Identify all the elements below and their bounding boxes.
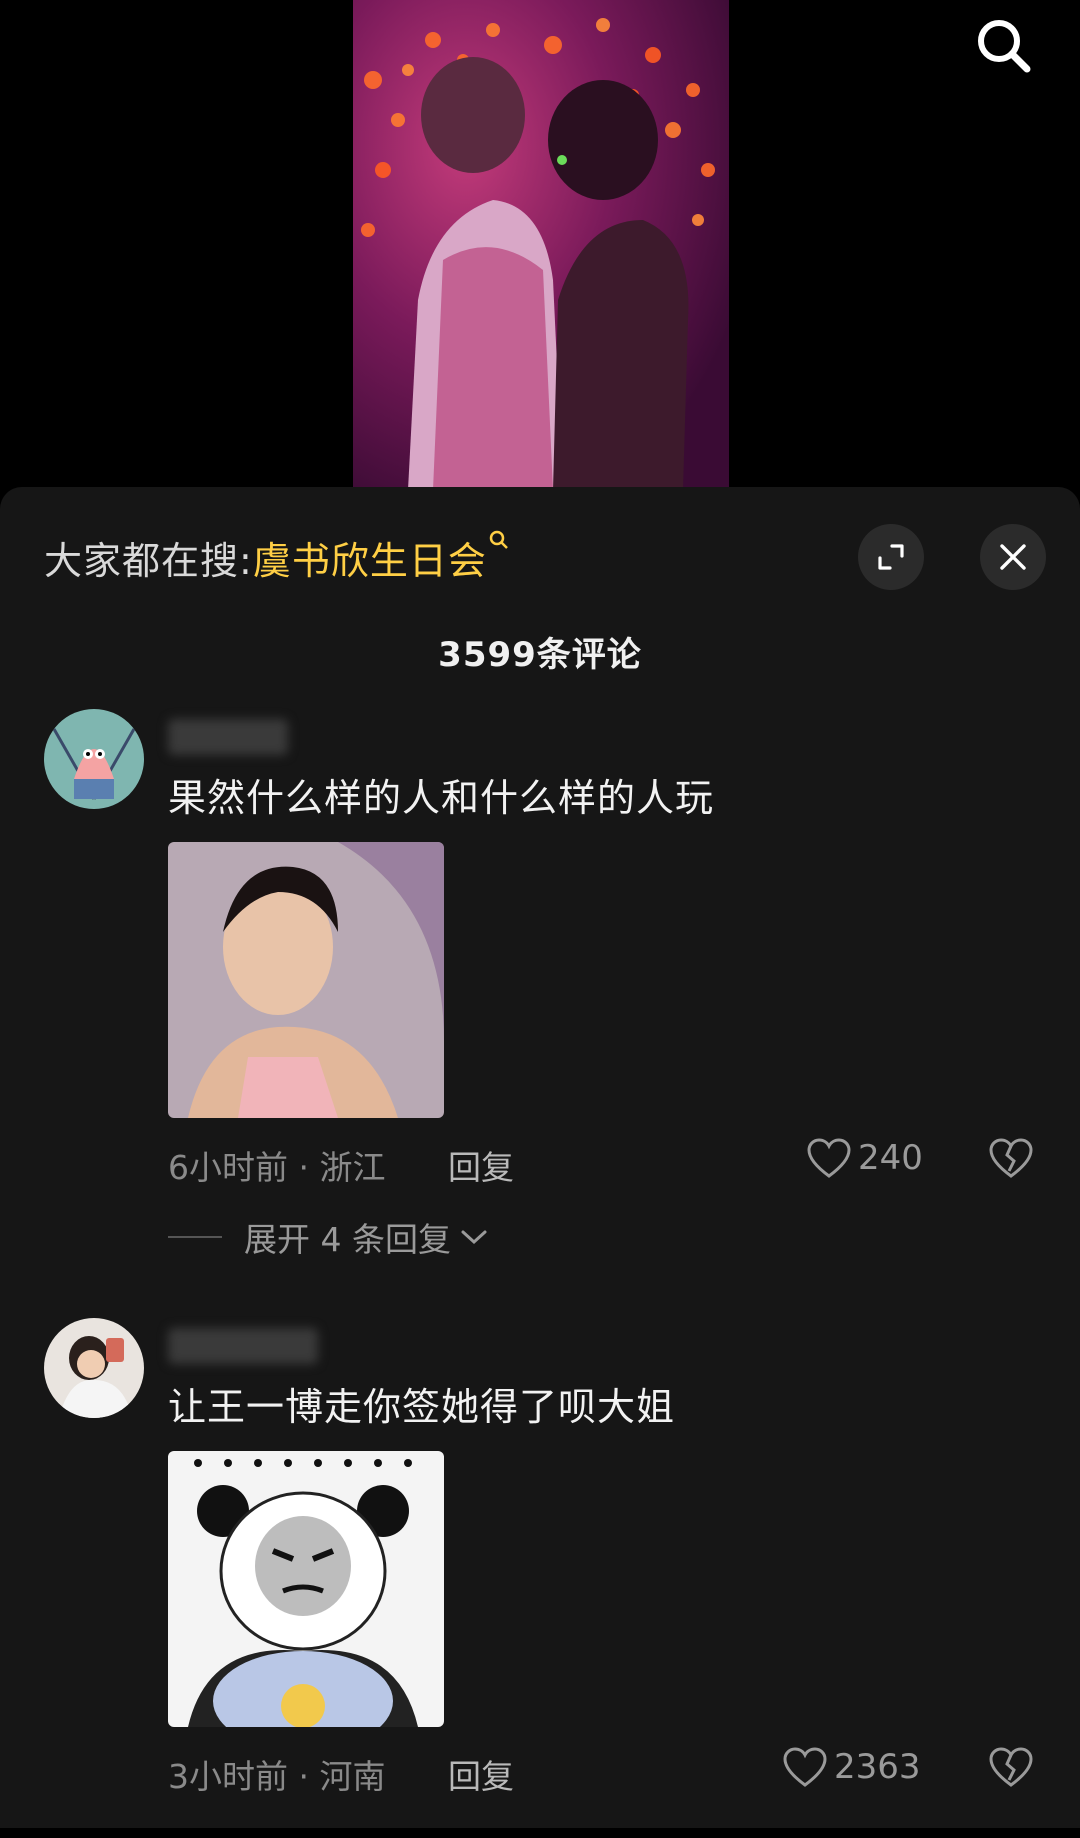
hot-search-term[interactable]: 虞书欣生日会: [253, 530, 487, 585]
expand-icon: [878, 544, 904, 570]
close-button[interactable]: [980, 524, 1046, 590]
video-frame: [353, 0, 729, 490]
expand-button[interactable]: [858, 524, 924, 590]
dislike-button[interactable]: [988, 1746, 1034, 1792]
comment-item: user 让王一博走你签她得了呗大姐: [0, 1318, 1080, 1838]
comment-item: user 果然什么样的人和什么样的人玩 6小时前 · 浙江 回复 240: [0, 709, 1080, 1229]
reply-button[interactable]: 回复: [448, 1750, 514, 1798]
broken-heart-icon: [989, 1138, 1033, 1178]
close-icon: [1000, 544, 1026, 570]
hot-search-bar[interactable]: 大家都在搜: 虞书欣生日会: [44, 527, 509, 587]
like-count: 240: [858, 1138, 923, 1178]
reply-button[interactable]: 回复: [448, 1141, 514, 1189]
comment-meta: 3小时前 · 河南: [168, 1757, 386, 1796]
username[interactable]: user: [168, 719, 288, 755]
username[interactable]: user: [168, 1328, 318, 1364]
expand-replies-button[interactable]: 展开 4 条回复: [168, 1213, 489, 1261]
comment-sheet: 大家都在搜: 虞书欣生日会 3599条评论 果然什么样的人和什么样的人玩 6小时…: [0, 487, 1080, 1828]
expand-replies-label: 展开 4 条回复: [244, 1220, 451, 1259]
like-count: 2363: [834, 1747, 921, 1787]
broken-heart-icon: [989, 1747, 1033, 1787]
comment-text: 果然什么样的人和什么样的人玩: [168, 776, 715, 820]
search-icon: [978, 20, 1031, 73]
like-button[interactable]: 2363: [782, 1746, 921, 1788]
divider-line: [168, 1236, 222, 1238]
dislike-button[interactable]: [988, 1137, 1034, 1183]
video-scene: [361, 18, 715, 490]
comment-text: 让王一博走你签她得了呗大姐: [168, 1385, 676, 1429]
avatar[interactable]: [44, 709, 144, 809]
search-icon: [489, 530, 509, 556]
heart-icon: [783, 1747, 827, 1787]
comment-image[interactable]: [168, 842, 444, 1118]
comment-image[interactable]: [168, 1451, 444, 1727]
hot-search-prefix: 大家都在搜:: [44, 538, 253, 583]
top-search-button[interactable]: [968, 10, 1038, 80]
comment-count: 3599条评论: [438, 635, 642, 675]
comment-meta: 6小时前 · 浙江: [168, 1148, 386, 1187]
like-button[interactable]: 240: [806, 1137, 923, 1179]
chevron-down-icon: [461, 1230, 487, 1245]
video-player[interactable]: [0, 0, 1080, 490]
heart-icon: [807, 1138, 851, 1178]
avatar[interactable]: [44, 1318, 144, 1418]
